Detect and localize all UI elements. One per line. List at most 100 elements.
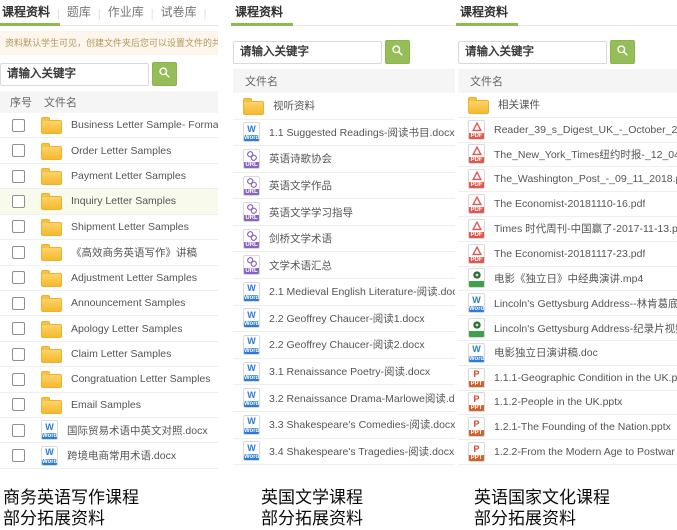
tab-exam-paper-bank[interactable]: 试卷库: [159, 3, 199, 25]
column-header: 序号: [10, 94, 42, 110]
file-row[interactable]: URL英语诗歌协会: [233, 146, 455, 173]
file-row[interactable]: WWord跨境电商常用术语.docx: [0, 443, 218, 468]
file-row[interactable]: Adjustment Letter Samples: [0, 266, 218, 291]
file-row[interactable]: Business Letter Sample- Format: [0, 113, 218, 138]
row-checkbox[interactable]: [12, 119, 25, 132]
row-checkbox[interactable]: [12, 348, 25, 361]
file-row[interactable]: PPPT1.2.1-The Founding of the Nation.ppt…: [458, 415, 677, 440]
column-header: 文件名: [245, 73, 278, 89]
file-row[interactable]: 《高效商务英语写作》讲稿: [0, 240, 218, 265]
file-row[interactable]: PPPT1.2.2-From the Modern Age to Postwar…: [458, 440, 677, 465]
file-name: 跨境电商常用术语.docx: [67, 448, 176, 463]
file-name: 2.1 Medieval English Literature-阅读.docx: [269, 284, 455, 299]
tab-homework-bank[interactable]: 作业库: [106, 3, 146, 25]
file-row[interactable]: Lincoln's Gettysburg Address-纪录片视频-搜狐视频.…: [458, 316, 677, 341]
file-name: Apology Letter Samples: [71, 323, 182, 335]
row-checkbox[interactable]: [12, 271, 25, 284]
url-link-icon: URL: [243, 149, 260, 169]
pdf-file-icon: PDF: [468, 194, 485, 214]
row-checkbox[interactable]: [12, 424, 25, 437]
search-row: [233, 40, 455, 64]
file-row[interactable]: URL剑桥文学术语: [233, 226, 455, 253]
file-name: 剑桥文学术语: [269, 231, 332, 246]
file-row[interactable]: PDFThe Economist-20181117-23.pdf: [458, 242, 677, 267]
search-input[interactable]: [458, 41, 607, 64]
file-name: The Economist-20181110-16.pdf: [494, 198, 645, 210]
file-row[interactable]: Apology Letter Samples: [0, 316, 218, 341]
file-row[interactable]: Shipment Letter Samples: [0, 215, 218, 240]
search-button[interactable]: [152, 62, 177, 86]
ppt-strip-label: PPT: [469, 455, 484, 461]
caption-line: 商务英语写作课程: [3, 487, 218, 508]
file-row[interactable]: WWord3.1 Renaissance Poetry-阅读.docx: [233, 359, 455, 386]
file-row[interactable]: 电影《独立日》中经典演讲.mp4: [458, 267, 677, 292]
course-file-panels: 课程资料|题库|作业库|试卷库|资料默认学生可见，创建文件夹后您可以设置文件的共…: [0, 0, 677, 529]
file-row[interactable]: Email Samples: [0, 393, 218, 418]
file-row[interactable]: PDF The Economist-20181110-16.pdf: [458, 192, 677, 217]
tab-separator: |: [151, 8, 154, 25]
file-row[interactable]: Claim Letter Samples: [0, 342, 218, 367]
ppt-file-icon: PPPT: [468, 368, 485, 388]
word-file-icon: WWord: [243, 415, 260, 435]
word-strip-label: Word: [42, 433, 57, 439]
file-name: 3.3 Shakespeare's Comedies-阅读.docx: [269, 417, 455, 432]
file-row[interactable]: 相关课件: [458, 93, 677, 118]
file-row[interactable]: PDFReader_39_s_Digest_UK_-_October_2018.…: [458, 118, 677, 143]
row-checkbox[interactable]: [12, 322, 25, 335]
row-checkbox[interactable]: [12, 246, 25, 259]
search-input[interactable]: [0, 63, 149, 86]
tab-course-materials[interactable]: 课程资料: [0, 3, 52, 25]
tab-course-materials[interactable]: 课程资料: [458, 3, 510, 25]
row-checkbox[interactable]: [12, 144, 25, 157]
file-row[interactable]: PPPT1.1.1-Geographic Condition in the UK…: [458, 366, 677, 391]
row-checkbox[interactable]: [12, 373, 25, 386]
file-row[interactable]: WWord3.2 Renaissance Drama-Marlowe阅读.doc…: [233, 385, 455, 412]
file-row[interactable]: WWord1.1 Suggested Readings-阅读书目.docx: [233, 120, 455, 147]
url-glyph: [244, 230, 259, 242]
folder-icon: [41, 273, 62, 287]
pdf-glyph: [469, 145, 484, 157]
file-row[interactable]: WWord3.4 Shakespeare's Tragedies-阅读.docx: [233, 439, 455, 466]
file-row[interactable]: PDFThe_Washington_Post_-_09_11_2018.pdf: [458, 167, 677, 192]
url-link-icon: URL: [243, 255, 260, 275]
search-input[interactable]: [233, 41, 382, 64]
file-row[interactable]: WWord2.2 Geoffrey Chaucer-阅读2.docx: [233, 332, 455, 359]
file-name: 电影《独立日》中经典演讲.mp4: [494, 271, 643, 286]
row-checkbox[interactable]: [12, 170, 25, 183]
row-checkbox[interactable]: [12, 449, 25, 462]
file-row[interactable]: Payment Letter Samples: [0, 164, 218, 189]
file-row[interactable]: WWord国际贸易术语中英文对照.docx: [0, 418, 218, 443]
row-checkbox[interactable]: [12, 398, 25, 411]
file-name: Times 时代周刊-中国赢了-2017-11-13.pdf: [494, 221, 677, 236]
row-checkbox[interactable]: [12, 297, 25, 310]
file-row[interactable]: PPPT1.1.2-People in the UK.pptx: [458, 391, 677, 416]
file-row[interactable]: WWord电影独立日演讲稿.doc: [458, 341, 677, 366]
file-row[interactable]: WWord2.2 Geoffrey Chaucer-阅读1.docx: [233, 306, 455, 333]
panel-caption: 英国文学课程部分拓展资料: [233, 487, 455, 529]
pdf-glyph: [469, 121, 484, 133]
file-row[interactable]: PDFTimes 时代周刊-中国赢了-2017-11-13.pdf: [458, 217, 677, 242]
file-row[interactable]: URL文学术语汇总: [233, 252, 455, 279]
folder-icon: [41, 247, 62, 261]
file-row[interactable]: Inquiry Letter Samples: [0, 189, 218, 214]
file-row[interactable]: Congratuation Letter Samples: [0, 367, 218, 392]
search-button[interactable]: [385, 40, 410, 64]
pdf-file-icon: PDF: [468, 169, 485, 189]
file-row[interactable]: 视听资料: [233, 93, 455, 120]
row-checkbox[interactable]: [12, 220, 25, 233]
file-row[interactable]: WWordLincoln's Gettysburg Address--林肯葛底斯…: [458, 291, 677, 316]
file-row[interactable]: PDFThe_New_York_Times纽约时报-_12_04_2019.pd…: [458, 143, 677, 168]
pdf-file-icon: PDF: [468, 244, 485, 264]
file-row[interactable]: WWord2.1 Medieval English Literature-阅读.…: [233, 279, 455, 306]
file-row[interactable]: WWord 3.3 Shakespeare's Comedies-阅读.docx: [233, 412, 455, 439]
file-row[interactable]: Order Letter Samples: [0, 138, 218, 163]
tab-question-bank[interactable]: 题库: [65, 3, 93, 25]
pdf-glyph: [469, 170, 484, 182]
search-button[interactable]: [610, 40, 635, 64]
file-row[interactable]: URL英语文学作品: [233, 173, 455, 200]
file-row[interactable]: Announcement Samples: [0, 291, 218, 316]
tab-course-materials[interactable]: 课程资料: [233, 3, 285, 25]
file-row[interactable]: URL英语文学学习指导: [233, 199, 455, 226]
table-header: 文件名: [233, 69, 455, 93]
row-checkbox[interactable]: [12, 195, 25, 208]
